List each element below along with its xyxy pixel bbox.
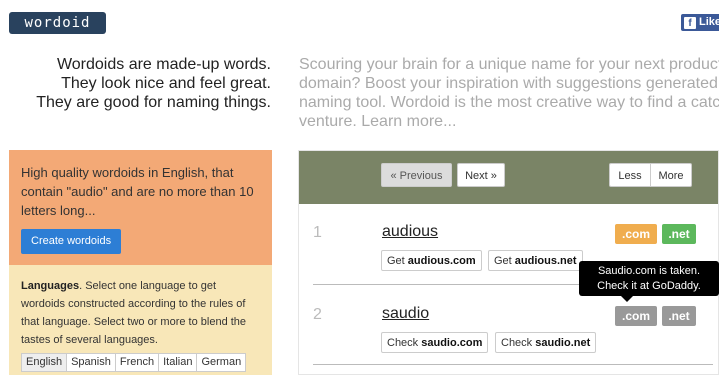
tooltip-line: Check it at GoDaddy. (597, 280, 701, 292)
tagline-line: They are good for naming things. (36, 94, 271, 111)
domain-taken-tooltip: Saudio.com is taken. Check it at GoDaddy… (579, 261, 719, 302)
previous-button[interactable]: « Previous (381, 163, 452, 187)
intro-text: Scouring your brain for a unique name fo… (299, 55, 719, 131)
language-option-italian[interactable]: Italian (158, 353, 198, 372)
settings-description-line: letters long... (21, 203, 96, 218)
net-domain-badge[interactable]: .net (662, 224, 696, 244)
action-prefix: Check (387, 337, 422, 349)
more-button[interactable]: More (650, 163, 692, 187)
settings-description-line: contain "audio" and are no more than 10 (21, 184, 254, 199)
language-option-german[interactable]: German (196, 353, 247, 372)
languages-panel: Languages. Select one language to get wo… (9, 265, 272, 375)
action-prefix: Get (387, 255, 408, 267)
result-divider (313, 364, 713, 365)
create-wordoids-button[interactable]: Create wordoids (21, 229, 122, 254)
results-navbar: « Previous Next » Less More (299, 151, 718, 204)
next-button[interactable]: Next » (457, 163, 505, 187)
tagline: Wordoids are made-up words. They look ni… (36, 55, 271, 112)
action-domain: audious.net (514, 255, 577, 267)
action-prefix: Get (494, 255, 515, 267)
get-com-button[interactable]: Get audious.com (381, 250, 482, 271)
tagline-line: Wordoids are made-up words. (56, 56, 271, 73)
get-net-button[interactable]: Get audious.net (488, 250, 583, 271)
facebook-like-label: Like (699, 16, 719, 28)
facebook-like-button[interactable]: f Like (681, 14, 719, 31)
facebook-icon: f (684, 17, 696, 29)
tagline-line: They look nice and feel great. (61, 75, 271, 92)
language-selector: English Spanish French Italian German (21, 353, 260, 372)
less-button[interactable]: Less (609, 163, 651, 187)
intro-line: domain? Boost your inspiration with sugg… (299, 75, 719, 92)
languages-help: Languages. Select one language to get wo… (21, 277, 260, 349)
intro-line[interactable]: venture. Learn more... (299, 112, 719, 131)
result-word[interactable]: saudio (382, 305, 429, 323)
language-option-spanish[interactable]: Spanish (66, 353, 116, 372)
language-option-french[interactable]: French (114, 353, 160, 372)
result-number: 1 (313, 224, 322, 241)
settings-description-line: High quality wordoids in English, that (21, 165, 234, 180)
intro-line: Scouring your brain for a unique name fo… (299, 56, 719, 73)
check-com-button[interactable]: Check saudio.com (381, 332, 489, 353)
logo[interactable]: wordoid (9, 12, 106, 34)
action-domain: saudio.net (535, 337, 591, 349)
com-domain-badge[interactable]: .com (615, 306, 657, 326)
tooltip-line: Saudio.com is taken. (597, 265, 701, 277)
result-word[interactable]: audious (382, 223, 438, 241)
language-option-english[interactable]: English (21, 353, 68, 372)
languages-heading: Languages (21, 280, 80, 292)
settings-description: High quality wordoids in English, that c… (21, 163, 260, 220)
net-domain-badge[interactable]: .net (662, 306, 696, 326)
action-prefix: Check (501, 337, 536, 349)
com-domain-badge[interactable]: .com (615, 224, 657, 244)
settings-summary-panel: High quality wordoids in English, that c… (9, 150, 272, 265)
result-number: 2 (313, 306, 322, 323)
action-domain: audious.com (407, 255, 476, 267)
check-net-button[interactable]: Check saudio.net (495, 332, 597, 353)
action-domain: saudio.com (421, 337, 483, 349)
intro-line: naming tool. Wordoid is the most creativ… (299, 94, 719, 111)
